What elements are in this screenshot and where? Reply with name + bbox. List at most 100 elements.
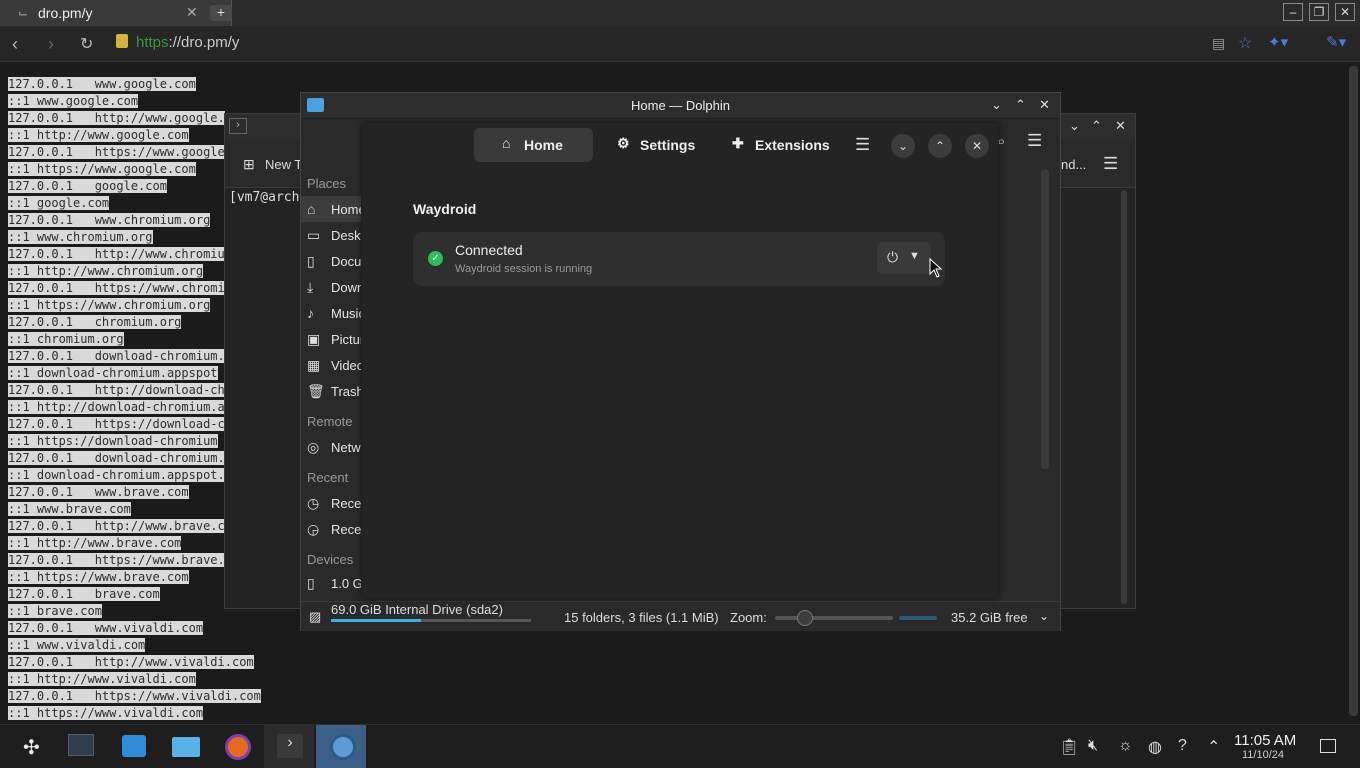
zoom-slider[interactable] xyxy=(775,610,893,626)
hosts-line-text: ::1 brave.com xyxy=(8,604,102,618)
recent-section-label: Recent xyxy=(307,470,349,485)
hosts-line-text: 127.0.0.1 http://www.brave.c xyxy=(8,519,225,533)
videos-icon: ▦ xyxy=(307,357,321,373)
brightness-icon[interactable]: ☼ xyxy=(1118,737,1133,755)
place-item-device[interactable]: ▯1.0 GiB xyxy=(301,570,361,596)
place-item-trash[interactable]: 🗑︎ Trash xyxy=(301,378,361,404)
desktop-icon: ▭ xyxy=(307,227,321,243)
konsole-find-label[interactable]: nd... xyxy=(1061,157,1086,172)
forward-icon[interactable]: › xyxy=(48,34,54,55)
konsole-scrollbar[interactable] xyxy=(1121,190,1127,604)
taskbar-settings[interactable] xyxy=(56,725,106,768)
application-launcher[interactable]: ✣ xyxy=(9,725,59,768)
place-item-pictures[interactable]: ▣Pictures xyxy=(301,326,361,352)
konsole-close-icon[interactable]: ✕ xyxy=(1115,118,1126,134)
hosts-line-text: ::1 http://www.google.com xyxy=(8,128,189,142)
dolphin-scrollbar[interactable] xyxy=(1041,169,1049,469)
zoom-label: Zoom: xyxy=(730,610,767,625)
restore-button[interactable]: ❐ xyxy=(1309,3,1329,21)
gear-icon: ⚙ xyxy=(617,135,630,151)
volume-muted-icon[interactable]: 🔇︎ xyxy=(1088,737,1098,755)
hosts-line-text: 127.0.0.1 brave.com xyxy=(8,587,160,601)
clock-time[interactable]: 11:05 AM xyxy=(1234,732,1296,749)
hosts-line-text: ::1 https://www.brave.com xyxy=(8,570,189,584)
place-item-recent-files[interactable]: ◷Recent Files xyxy=(301,490,361,516)
hosts-line: ::1 http://www.brave.com xyxy=(8,535,261,552)
hosts-line-text: 127.0.0.1 https://www.google xyxy=(8,145,225,159)
hosts-line: ::1 brave.com xyxy=(8,603,261,620)
internal-drive-label[interactable]: 69.0 GiB Internal Drive (sda2) xyxy=(331,602,503,617)
free-space-label[interactable]: 35.2 GiB free xyxy=(951,610,1028,625)
tab-extensions[interactable]: ✚ Extensions xyxy=(722,128,837,162)
tray-expand-icon[interactable]: ⌃ xyxy=(1207,737,1220,757)
page-scrollbar[interactable] xyxy=(1349,66,1358,716)
taskbar-dolphin[interactable] xyxy=(160,725,210,768)
hosts-line: 127.0.0.1 google.com xyxy=(8,178,261,195)
taskbar-konsole[interactable]: › xyxy=(264,725,314,768)
place-item-home[interactable]: ⌂Home xyxy=(301,196,361,222)
tab-home[interactable]: ⌂ Home xyxy=(474,128,593,162)
remote-section-label: Remote xyxy=(307,414,353,429)
dolphin-titlebar: Home — Dolphin ⌄ ⌃ ✕ xyxy=(301,93,1060,119)
dolphin-minimize-icon[interactable]: ⌄ xyxy=(991,97,1002,113)
place-item-recent-locations[interactable]: ◶Recent Locations xyxy=(301,516,361,542)
taskbar-waydroid[interactable] xyxy=(316,725,366,768)
hosts-line-text: ::1 http://www.brave.com xyxy=(8,536,182,550)
show-desktop-icon[interactable] xyxy=(1320,739,1336,753)
hosts-line: ::1 https://www.vivaldi.com xyxy=(8,705,261,722)
menu-icon[interactable]: ✎▾ xyxy=(1326,33,1346,51)
zoom-slider-handle[interactable] xyxy=(797,610,813,626)
konsole-new-tab-label[interactable]: New T xyxy=(265,157,302,172)
waydroid-close-button[interactable]: ✕ xyxy=(965,134,989,158)
minimize-button[interactable]: – xyxy=(1283,3,1303,21)
clipboard-icon[interactable]: 📋︎ xyxy=(1059,737,1079,757)
tab-settings[interactable]: ⚙ Settings xyxy=(607,128,707,162)
place-item-network[interactable]: ◎Network xyxy=(301,434,361,460)
tab-favicon-icon: ⌙ xyxy=(18,6,29,20)
hosts-line-text: 127.0.0.1 https://download-c xyxy=(8,417,225,431)
place-item-desktop[interactable]: ▭Desktop xyxy=(301,222,361,248)
konsole-icon: › xyxy=(229,118,247,134)
hosts-line-text: 127.0.0.1 https://www.chromi xyxy=(8,281,225,295)
hosts-line: 127.0.0.1 chromium.org xyxy=(8,314,261,331)
lock-icon[interactable] xyxy=(116,34,128,48)
dolphin-window-title: Home — Dolphin xyxy=(631,98,730,113)
new-tab-button[interactable]: + xyxy=(210,5,232,21)
place-item-documents[interactable]: ▯Documents xyxy=(301,248,361,274)
hosts-line: ::1 https://www.brave.com xyxy=(8,569,261,586)
tab-close-icon[interactable]: ✕ xyxy=(186,4,198,21)
dolphin-close-icon[interactable]: ✕ xyxy=(1039,97,1050,113)
devices-section-label: Devices xyxy=(307,552,354,567)
place-item-music[interactable]: ♪Music xyxy=(301,300,361,326)
reader-icon[interactable]: ▤ xyxy=(1212,35,1225,52)
waydroid-menu-icon[interactable]: ☰ xyxy=(855,135,870,155)
free-space-dropdown-icon[interactable]: ⌄ xyxy=(1039,609,1049,623)
place-item-videos[interactable]: ▦Videos xyxy=(301,352,361,378)
konsole-menu-icon[interactable]: ☰ xyxy=(1103,154,1118,174)
waydroid-minimize-button[interactable]: ⌄ xyxy=(891,134,915,158)
konsole-minimize-icon[interactable]: ⌄ xyxy=(1069,118,1080,134)
taskbar-discover[interactable] xyxy=(108,725,158,768)
help-icon[interactable]: ? xyxy=(1178,737,1187,755)
network-icon[interactable]: ◍ xyxy=(1148,737,1162,757)
dolphin-menu-icon[interactable]: ☰ xyxy=(1027,131,1042,151)
dolphin-maximize-icon[interactable]: ⌃ xyxy=(1015,97,1026,113)
konsole-maximize-icon[interactable]: ⌃ xyxy=(1091,118,1102,134)
address-bar[interactable]: https://dro.pm/y xyxy=(136,34,239,51)
bookmark-star-icon[interactable]: ☆ xyxy=(1238,33,1252,53)
hosts-line: 127.0.0.1 brave.com xyxy=(8,586,261,603)
taskbar-firefox[interactable] xyxy=(212,725,262,768)
reload-icon[interactable]: ↻ xyxy=(80,34,93,54)
close-button[interactable]: ✕ xyxy=(1335,3,1355,21)
extensions-icon[interactable]: ✦▾ xyxy=(1268,33,1288,51)
back-icon[interactable]: ‹ xyxy=(12,34,18,55)
clock-date[interactable]: 11/10/24 xyxy=(1242,749,1284,761)
hosts-line-text: 127.0.0.1 www.vivaldi.com xyxy=(8,621,204,635)
recent-files-icon: ◷ xyxy=(307,495,320,511)
session-power-button[interactable]: ⏻ ▼ xyxy=(877,242,931,274)
hosts-line: ::1 www.vivaldi.com xyxy=(8,637,261,654)
waydroid-maximize-button[interactable]: ⌃ xyxy=(928,134,952,158)
new-tab-icon[interactable]: ⊞ xyxy=(243,156,255,173)
place-item-downloads[interactable]: ⤓Downloads xyxy=(301,274,361,300)
browser-tab[interactable]: ⌙ dro.pm/y ✕ xyxy=(0,0,232,26)
